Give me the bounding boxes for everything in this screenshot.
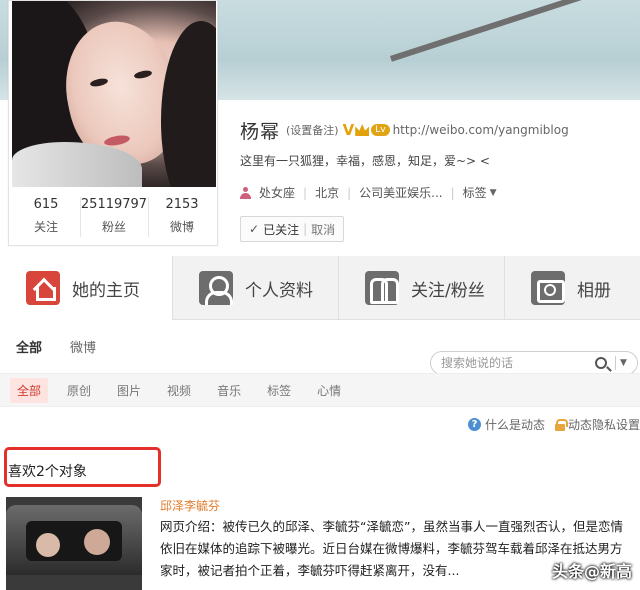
chevron-down-icon[interactable]: ▼ <box>620 358 627 368</box>
profile-name-row: 杨幂 (设置备注) V Lv http://weibo.com/yangmibl… <box>240 117 569 143</box>
post-author-link[interactable]: 邱泽李毓芬 <box>160 497 220 514</box>
person-icon <box>240 186 251 199</box>
avatar-hair-right <box>161 21 216 187</box>
tag-dropdown[interactable]: 标签 <box>463 184 487 201</box>
what-is-feed-link[interactable]: 什么是动态 <box>485 416 545 433</box>
avatar[interactable] <box>12 1 216 187</box>
unfollow-button[interactable]: 取消 <box>311 221 335 238</box>
divider: | <box>347 185 352 200</box>
camera-icon <box>531 271 565 305</box>
tab-follow-fans[interactable]: 关注/粉丝 <box>338 256 504 320</box>
tab-label: 相册 <box>577 280 611 301</box>
help-row: ? 什么是动态 动态隐私设置 <box>467 416 640 433</box>
filter-bar: 全部 原创 图片 视频 音乐 标签 心情 <box>0 373 640 407</box>
set-remark-link[interactable]: (设置备注) <box>286 122 339 138</box>
cover-decoration <box>390 0 640 62</box>
stat-value: 2153 <box>165 197 199 212</box>
profile-stats: 615 关注 25119797 粉丝 2153 微博 <box>12 191 216 243</box>
stat-value: 615 <box>33 197 59 212</box>
crown-icon[interactable] <box>355 124 370 136</box>
divider <box>615 356 616 370</box>
profile-tags: 处女座 | 北京 | 公司美亚娱乐... | 标签 ▼ <box>240 184 497 201</box>
tab-profile-info[interactable]: 个人资料 <box>172 256 338 320</box>
filter-video[interactable]: 视频 <box>160 378 198 403</box>
feed-area: 全部 微博 ▼ 全部 原创 图片 视频 音乐 标签 心情 ? 什么是动态 动态隐… <box>0 321 640 590</box>
feed-item-title: 喜欢2个对象 <box>8 464 87 480</box>
tab-label: 关注/粉丝 <box>411 280 485 301</box>
stat-label: 粉丝 <box>101 220 126 234</box>
weibo-profile-page: 615 关注 25119797 粉丝 2153 微博 杨幂 (设置备注) V L… <box>0 0 640 590</box>
stat-posts[interactable]: 2153 微博 <box>148 191 216 243</box>
stat-label: 微博 <box>169 220 194 234</box>
divider: | <box>303 185 308 200</box>
filter-all[interactable]: 全部 <box>10 377 49 403</box>
verified-badge[interactable]: V <box>343 121 355 139</box>
subnav-all[interactable]: 全部 <box>16 337 42 356</box>
profile-tabs: 她的主页 个人资料 关注/粉丝 相册 <box>0 256 640 320</box>
tag-company[interactable]: 公司美亚娱乐... <box>359 184 442 201</box>
tab-label: 她的主页 <box>72 280 140 301</box>
avatar-card: 615 关注 25119797 粉丝 2153 微博 <box>8 0 218 246</box>
stat-following[interactable]: 615 关注 <box>12 191 80 243</box>
level-badge[interactable]: Lv <box>371 124 390 136</box>
thumbnail-person <box>36 533 60 557</box>
tab-album[interactable]: 相册 <box>504 256 640 320</box>
thumbnail-person <box>84 529 110 555</box>
search-input[interactable] <box>441 356 591 370</box>
filter-tags[interactable]: 标签 <box>260 378 298 403</box>
home-icon <box>26 271 60 305</box>
question-icon: ? <box>467 418 481 431</box>
lock-icon <box>554 418 568 431</box>
filter-mood[interactable]: 心情 <box>310 378 348 403</box>
stat-label: 关注 <box>33 220 58 234</box>
profile-icon <box>199 271 233 305</box>
search-icon[interactable] <box>595 357 607 369</box>
caret-down-icon[interactable]: ▼ <box>490 188 497 198</box>
divider: | <box>303 222 308 236</box>
followed-label: 已关注 <box>263 222 300 237</box>
post-thumbnail[interactable] <box>6 497 142 590</box>
tag-location[interactable]: 北京 <box>315 184 339 201</box>
tab-label: 个人资料 <box>245 280 313 301</box>
watermark: 头条@新高 <box>551 562 632 581</box>
filter-music[interactable]: 音乐 <box>210 378 248 403</box>
tag-zodiac[interactable]: 处女座 <box>259 184 295 201</box>
privacy-settings-link[interactable]: 动态隐私设置 <box>568 416 640 433</box>
check-icon: ✓ <box>249 222 260 236</box>
tab-home[interactable]: 她的主页 <box>0 256 172 320</box>
blog-url-link[interactable]: http://weibo.com/yangmiblog <box>393 123 569 137</box>
follow-status-box: ✓ 已关注 | 取消 <box>240 216 345 242</box>
filter-original[interactable]: 原创 <box>60 378 98 403</box>
follow-icon <box>365 271 399 305</box>
stat-followers[interactable]: 25119797 粉丝 <box>80 191 148 243</box>
subnav-weibo[interactable]: 微博 <box>70 337 96 356</box>
feed-subnav: 全部 微博 <box>16 337 96 356</box>
profile-name: 杨幂 <box>240 120 281 143</box>
search-box: ▼ <box>430 351 638 375</box>
filter-images[interactable]: 图片 <box>110 378 148 403</box>
divider: | <box>450 185 455 200</box>
stat-value: 25119797 <box>80 197 148 212</box>
profile-bio: 这里有一只狐狸，幸福，感恩，知足，爱~> < <box>240 154 490 168</box>
